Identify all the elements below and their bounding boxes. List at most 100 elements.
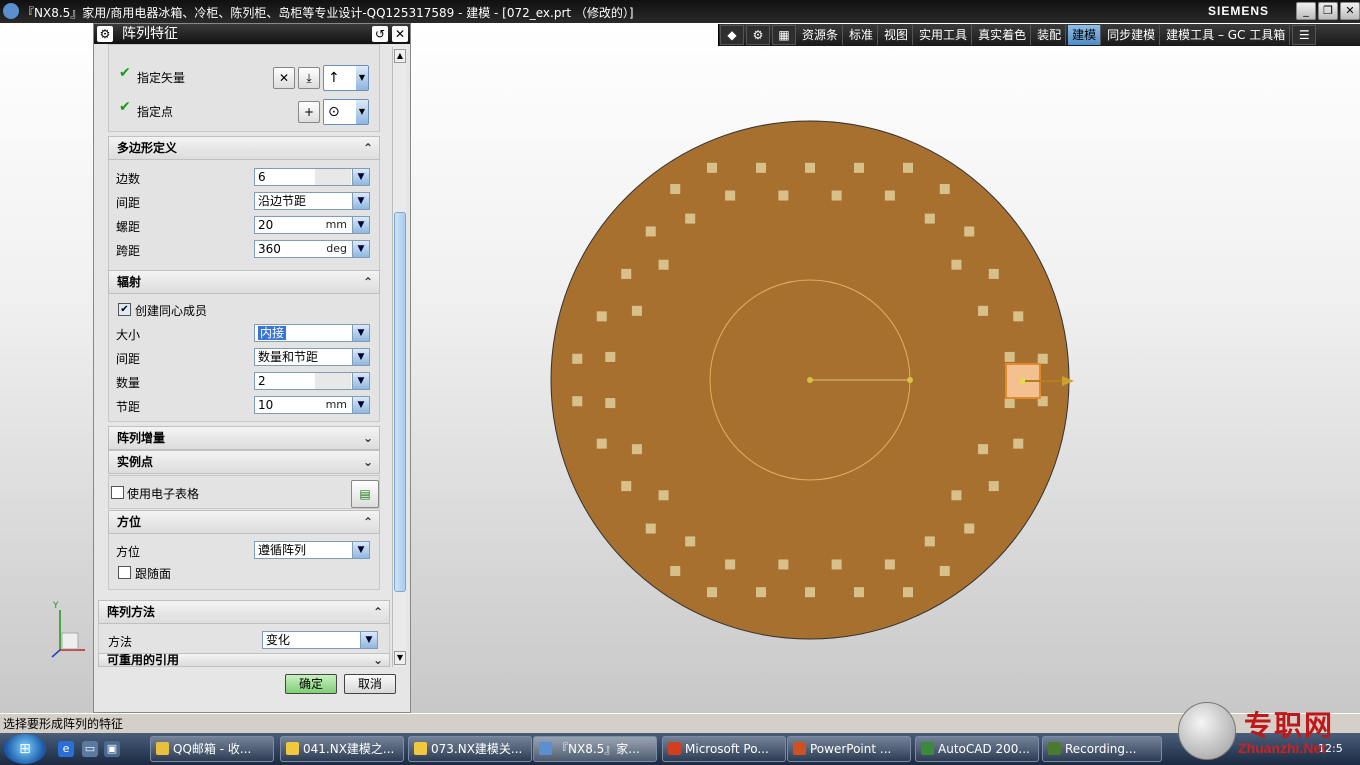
start-button[interactable]: ⊞ [4, 734, 46, 764]
reverse-direction-icon[interactable]: ⤓ [298, 67, 320, 89]
orientation-select[interactable]: 遵循阵列 ▼ [254, 541, 370, 559]
gear-icon[interactable]: ⚙ [746, 25, 770, 45]
spreadsheet-icon[interactable]: ▤ [351, 480, 379, 508]
taskbar-item-1[interactable]: 041.NX建模之... [280, 736, 404, 762]
chevron-up-icon[interactable]: ⌃ [373, 601, 383, 623]
chevron-down-icon[interactable]: ⌄ [363, 451, 373, 473]
scroll-thumb[interactable] [394, 212, 406, 592]
point-dialog-icon[interactable]: + [298, 101, 320, 123]
tab-true-shading[interactable]: 真实着色 [974, 25, 1032, 45]
menu-icon[interactable]: ☰ [1292, 25, 1317, 45]
reusable-reference-header[interactable]: 可重用的引用 ⌄ [98, 653, 390, 667]
app-icon [921, 742, 934, 755]
tab-modeling[interactable]: 建模 [1068, 25, 1102, 45]
vector-dialog-icon[interactable]: ✕ [273, 67, 295, 89]
method-select[interactable]: 变化 ▼ [262, 631, 378, 649]
tab-view[interactable]: 视图 [880, 25, 914, 45]
tab-assembly[interactable]: 装配 [1033, 25, 1067, 45]
close-icon[interactable]: ✕ [392, 26, 408, 42]
polygon-definition-header[interactable]: 多边形定义 ⌃ [108, 136, 380, 160]
close-button[interactable]: ✕ [1340, 2, 1360, 20]
tab-sync-modeling[interactable]: 同步建模 [1103, 25, 1161, 45]
taskbar-item-7[interactable]: Recording... [1042, 736, 1162, 762]
array-increment-header[interactable]: 阵列增量 ⌄ [108, 426, 380, 450]
chevron-up-icon[interactable]: ⌃ [363, 271, 373, 293]
slot [831, 190, 842, 201]
chevron-up-icon[interactable]: ⌃ [363, 137, 373, 159]
polygon-field-3[interactable]: 360 deg ▼ [254, 240, 370, 258]
taskbar-item-2[interactable]: 073.NX建模关... [408, 736, 532, 762]
slot [854, 587, 864, 598]
nx-logo-icon[interactable]: ◆ [720, 25, 744, 45]
dropdown-arrow-icon[interactable]: ▼ [352, 217, 369, 233]
slot [685, 536, 696, 547]
instance-point-header[interactable]: 实例点 ⌄ [108, 450, 380, 474]
point-selector[interactable]: ⊙ ▼ [323, 99, 369, 125]
radiate-field-2[interactable]: 2 ▼ [254, 372, 370, 390]
follow-face-checkbox[interactable] [118, 566, 131, 579]
radiate-label-0: 大小 [116, 328, 141, 342]
slot [1037, 353, 1048, 364]
dropdown-arrow-icon[interactable]: ▼ [352, 169, 369, 185]
dropdown-arrow-icon[interactable]: ▼ [352, 349, 369, 365]
spreadsheet-checkbox[interactable] [111, 486, 124, 499]
array-method-header[interactable]: 阵列方法 ⌃ [98, 600, 390, 624]
app-icon [1048, 742, 1061, 755]
polygon-field-2[interactable]: 20 mm ▼ [254, 216, 370, 234]
ribbon-toolbar: ◆ ⚙ ▦ 资源条 标准 视图 实用工具 真实着色 装配 建模 同步建模 建模工… [718, 24, 1360, 46]
taskbar-item-label: Recording... [1065, 742, 1137, 756]
taskbar-item-5[interactable]: PowerPoint ... [787, 736, 911, 762]
polygon-field-0[interactable]: 6 ▼ [254, 168, 370, 186]
orientation-header[interactable]: 方位 ⌃ [108, 510, 380, 534]
tab-gc-toolkit[interactable]: 建模工具 – GC 工具箱 [1162, 25, 1291, 45]
dialog-scrollbar[interactable]: ▲ ▼ [392, 47, 406, 667]
taskbar-item-4[interactable]: Microsoft Po... [662, 736, 786, 762]
polygon-field-1[interactable]: 沿边节距 ▼ [254, 192, 370, 210]
gear-icon[interactable]: ⚙ [97, 26, 113, 42]
tab-utility[interactable]: 实用工具 [915, 25, 973, 45]
slot [805, 587, 815, 598]
ok-button[interactable]: 确定 [285, 674, 337, 694]
chevron-down-icon[interactable]: ⌄ [373, 654, 383, 666]
chevron-up-icon[interactable]: ⌃ [363, 511, 373, 533]
radiate-field-0[interactable]: 内接 ▼ [254, 324, 370, 342]
slot [658, 490, 669, 501]
slot [1004, 351, 1015, 362]
grid-icon[interactable]: ▦ [772, 25, 796, 45]
scroll-up-arrow-icon[interactable]: ▲ [394, 49, 406, 63]
dropdown-arrow-icon[interactable]: ▼ [352, 193, 369, 209]
dropdown-arrow-icon[interactable]: ▼ [352, 325, 369, 341]
window-title: 『NX8.5』家用/商用电器冰箱、冷柜、陈列柜、岛柜等专业设计-QQ125317… [22, 6, 634, 20]
radiate-header[interactable]: 辐射 ⌃ [108, 270, 380, 294]
taskbar-item-6[interactable]: AutoCAD 200... [915, 736, 1039, 762]
dropdown-arrow-icon[interactable]: ▼ [352, 397, 369, 413]
dropdown-arrow-icon[interactable]: ▼ [360, 632, 377, 648]
nx-app-icon[interactable] [3, 3, 19, 19]
chevron-down-icon[interactable]: ⌄ [363, 427, 373, 449]
minimize-button[interactable]: _ [1296, 2, 1316, 20]
reset-icon[interactable]: ↺ [372, 26, 388, 42]
switch-windows-icon[interactable]: ▣ [104, 741, 120, 757]
show-desktop-icon[interactable]: ▭ [82, 741, 98, 757]
dialog-title: 阵列特征 [122, 26, 178, 42]
slot [645, 523, 656, 534]
radiate-label-1: 间距 [116, 352, 141, 366]
ie-icon[interactable]: e [58, 741, 74, 757]
dropdown-arrow-icon[interactable]: ▼ [352, 241, 369, 257]
dropdown-arrow-icon[interactable]: ▼ [352, 373, 369, 389]
dropdown-arrow-icon[interactable]: ▼ [352, 542, 369, 558]
scroll-down-arrow-icon[interactable]: ▼ [394, 651, 406, 665]
polygon-label-3: 跨距 [116, 244, 141, 258]
taskbar-item-3[interactable]: 『NX8.5』家... [533, 736, 657, 762]
vector-selector[interactable]: ↑ ▼ [323, 65, 369, 91]
concentric-checkbox[interactable]: ✔ [118, 303, 131, 316]
tab-standard[interactable]: 标准 [845, 25, 879, 45]
radiate-field-3[interactable]: 10 mm ▼ [254, 396, 370, 414]
watermark-logo [1178, 702, 1236, 760]
restore-button[interactable]: ❐ [1318, 2, 1338, 20]
taskbar-item-0[interactable]: QQ邮箱 - 收... [150, 736, 274, 762]
cancel-button[interactable]: 取消 [344, 674, 396, 694]
radiate-field-1[interactable]: 数量和节距 ▼ [254, 348, 370, 366]
tab-resource-bar[interactable]: 资源条 [798, 25, 844, 45]
slot [707, 587, 717, 598]
